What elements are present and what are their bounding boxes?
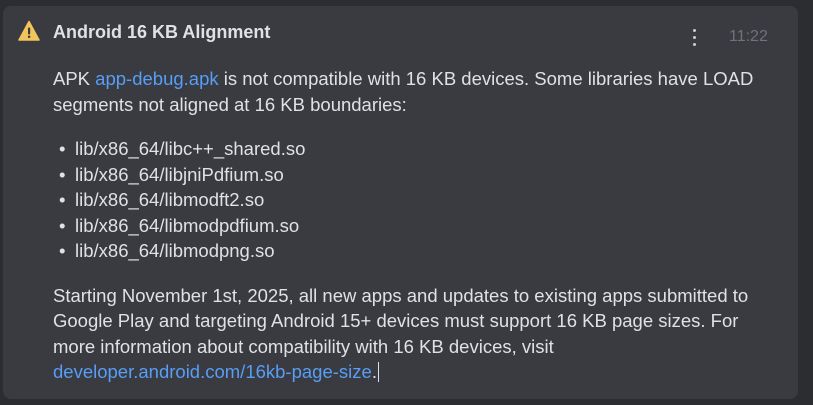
library-path: lib/x86_64/libmodpdfium.so [75,214,300,236]
notification-title: Android 16 KB Alignment [53,22,271,42]
library-path: lib/x86_64/libjniPdfium.so [75,163,284,185]
footer-text: Starting November 1st, 2025, all new app… [53,284,749,357]
developer-docs-link[interactable]: developer.android.com/16kb-page-size [53,361,372,382]
library-path: lib/x86_64/libc++_shared.so [75,138,306,159]
more-vertical-icon[interactable] [687,26,703,50]
notification-header: Android 16 KB Alignment 11:22 [3,6,798,62]
library-list: • lib/x86_64/libc++_shared.so • lib/x86_64… [53,136,783,264]
bullet: • [59,240,66,261]
list-item: • lib/x86_64/libc++_shared.so [59,136,783,162]
list-item: • lib/x86_64/libmodpdfium.so [59,213,783,239]
library-path: lib/x86_64/libmodft2.so [75,189,265,210]
bullet: • [59,138,66,159]
text-caret [377,362,379,382]
warning-icon [18,20,40,41]
apk-link[interactable]: app-debug.apk [95,68,218,89]
list-item: • lib/x86_64/libmodpng.so [59,238,783,264]
list-item: • lib/x86_64/libjniPdfium.so [59,162,783,188]
bullet: • [59,189,66,210]
list-item: • lib/x86_64/libmodft2.so [59,187,783,213]
intro-prefix: APK [53,68,96,89]
footer-end: . [371,361,377,382]
notification-time: 11:22 [729,28,768,45]
bullet: • [59,163,66,185]
bullet: • [59,214,66,236]
intro-paragraph: APK app-debug.apk is not compatible with… [53,66,783,117]
notification-body: APK app-debug.apk is not compatible with… [53,66,783,385]
notification-card: Android 16 KB Alignment 11:22 APK app-de… [3,6,798,399]
library-path: lib/x86_64/libmodpng.so [75,240,275,261]
footer-paragraph: Starting November 1st, 2025, all new app… [53,283,783,385]
